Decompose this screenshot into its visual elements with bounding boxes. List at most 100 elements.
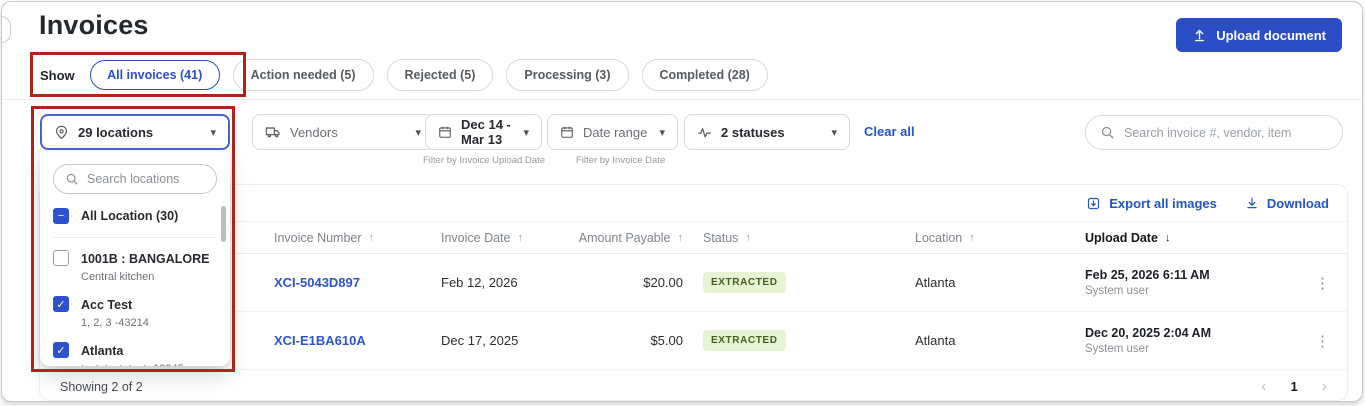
uploaded-by: System user (1085, 285, 1299, 297)
uploaded-by: System user (1085, 343, 1299, 355)
upload-date-filter-label: Dec 14 - Mar 13 (461, 117, 514, 147)
truck-icon (265, 124, 281, 140)
sort-desc-icon: ↓ (1165, 232, 1171, 244)
prev-page-icon[interactable]: ‹ (1261, 378, 1266, 396)
download-link[interactable]: Download (1245, 196, 1329, 211)
locations-dropdown-panel: − All Location (30) 1001B : BANGALORE Ce… (40, 152, 230, 366)
clear-all-link[interactable]: Clear all (864, 124, 915, 139)
column-header-invoice-date[interactable]: Invoice Date ↑ (441, 231, 551, 245)
sort-asc-icon: ↑ (745, 232, 751, 244)
column-header-location[interactable]: Location ↑ (915, 231, 1065, 245)
search-icon (65, 172, 79, 186)
column-label: Location (915, 231, 962, 245)
table-row[interactable]: XCI-E1BA610A Dec 17, 2025 $5.00 EXTRACTE… (40, 312, 1347, 370)
invoice-date-filter-select[interactable]: Date range ▾ (547, 114, 678, 150)
statuses-filter-select[interactable]: 2 statuses ▾ (684, 114, 850, 150)
calendar-icon (438, 125, 452, 139)
column-header-amount-payable[interactable]: Amount Payable ↑ (551, 231, 683, 245)
location-option-all[interactable]: − All Location (30) (53, 208, 217, 224)
amount-payable-cell: $5.00 (551, 333, 683, 348)
status-badge: EXTRACTED (703, 330, 786, 351)
download-icon (1245, 196, 1259, 210)
show-label: Show (40, 68, 75, 83)
sort-asc-icon: ↑ (369, 232, 375, 244)
tab-rejected[interactable]: Rejected (5) (387, 59, 494, 91)
invoice-number-link[interactable]: XCI-E1BA610A (274, 333, 366, 348)
invoice-search-input[interactable] (1124, 126, 1328, 140)
row-menu-kebab-icon[interactable]: ⋮ (1299, 332, 1347, 350)
vendors-filter-select[interactable]: Vendors ▾ (252, 114, 434, 150)
row-menu-kebab-icon[interactable]: ⋮ (1299, 274, 1347, 292)
invoice-date-cell: Feb 12, 2026 (441, 275, 551, 290)
location-option-atlanta[interactable]: ✓ Atlanta test, test, test -12345 (53, 342, 217, 366)
page-title: Invoices (39, 10, 149, 41)
export-images-icon (1086, 196, 1101, 211)
invoice-date-filter-caption: Filter by Invoice Date (576, 155, 665, 166)
location-option-sublabel: test, test, test -12345 (81, 363, 184, 366)
divider (2, 99, 1362, 100)
chevron-down-icon: ▾ (659, 126, 665, 139)
table-row[interactable]: XCI-5043D897 Feb 12, 2026 $20.00 EXTRACT… (40, 254, 1347, 312)
dropdown-scrollbar[interactable] (221, 206, 226, 242)
search-icon (1100, 125, 1115, 140)
next-page-icon[interactable]: › (1322, 378, 1327, 396)
download-label: Download (1267, 196, 1329, 211)
status-tabs: Show All invoices (41) Action needed (5)… (40, 59, 768, 91)
activity-icon (697, 125, 712, 140)
locations-search (53, 164, 217, 194)
checkbox-unchecked-icon[interactable] (53, 250, 69, 266)
upload-date-cell: Feb 25, 2026 6:11 AM System user (1065, 268, 1299, 297)
tab-completed[interactable]: Completed (28) (642, 59, 768, 91)
checkbox-checked-icon[interactable]: ✓ (53, 296, 69, 312)
sort-asc-icon: ↑ (969, 232, 975, 244)
upload-icon (1192, 28, 1207, 43)
location-option-acc-test[interactable]: ✓ Acc Test 1, 2, 3 -43214 (53, 296, 217, 329)
sort-asc-icon: ↑ (517, 232, 523, 244)
tab-all-invoices[interactable]: All invoices (41) (90, 60, 220, 91)
locations-filter-select[interactable]: 29 locations ▾ (40, 114, 230, 150)
column-label: Status (703, 231, 738, 245)
location-option-sublabel: 1, 2, 3 -43214 (81, 317, 149, 329)
status-badge: EXTRACTED (703, 272, 786, 293)
table-toolbar: Export all images Download (40, 185, 1347, 221)
location-option-label: Acc Test (81, 298, 132, 312)
invoice-date-filter-label: Date range (583, 125, 647, 140)
divider (53, 237, 217, 238)
vendors-filter-label: Vendors (290, 125, 338, 140)
column-header-upload-date[interactable]: Upload Date ↓ (1065, 231, 1299, 245)
column-label: Upload Date (1085, 231, 1158, 245)
location-option-label: 1001B : BANGALORE (81, 252, 210, 266)
tab-processing[interactable]: Processing (3) (506, 59, 628, 91)
location-cell: Atlanta (915, 275, 1065, 290)
upload-document-button[interactable]: Upload document (1176, 18, 1342, 52)
invoice-number-link[interactable]: XCI-5043D897 (274, 275, 360, 290)
table-header-row: Invoice Number ↑ Invoice Date ↑ Amount P… (40, 221, 1347, 254)
upload-date-filter-caption: Filter by Invoice Upload Date (423, 155, 545, 166)
table-footer: Showing 2 of 2 ‹ 1 › (40, 370, 1347, 402)
upload-document-label: Upload document (1216, 28, 1326, 43)
column-label: Invoice Date (441, 231, 510, 245)
checkbox-indeterminate-icon[interactable]: − (53, 208, 69, 224)
pagination: ‹ 1 › (1261, 378, 1327, 396)
upload-date-value: Feb 25, 2026 6:11 AM (1085, 268, 1299, 282)
statuses-filter-label: 2 statuses (721, 125, 785, 140)
column-header-status[interactable]: Status ↑ (683, 231, 915, 245)
location-option-bangalore[interactable]: 1001B : BANGALORE Central kitchen (53, 250, 217, 283)
chevron-down-icon: ▾ (415, 126, 421, 139)
current-page[interactable]: 1 (1290, 379, 1297, 394)
upload-date-value: Dec 20, 2025 2:04 AM (1085, 326, 1299, 340)
sidebar-collapse-tab[interactable] (1, 16, 11, 43)
upload-date-filter-select[interactable]: Dec 14 - Mar 13 ▾ (425, 114, 542, 150)
locations-search-input[interactable] (87, 172, 205, 186)
column-header-invoice-number[interactable]: Invoice Number ↑ (274, 231, 441, 245)
chevron-down-icon: ▾ (210, 126, 216, 139)
tab-action-needed[interactable]: Action needed (5) (233, 59, 374, 91)
column-label: Amount Payable (579, 231, 671, 245)
location-option-sublabel: Central kitchen (81, 271, 210, 283)
invoice-date-cell: Dec 17, 2025 (441, 333, 551, 348)
app-window: Invoices Upload document Show All invoic… (1, 1, 1363, 402)
export-all-images-link[interactable]: Export all images (1086, 196, 1217, 211)
checkbox-checked-icon[interactable]: ✓ (53, 342, 69, 358)
location-option-label: Atlanta (81, 344, 123, 358)
calendar-icon (560, 125, 574, 139)
